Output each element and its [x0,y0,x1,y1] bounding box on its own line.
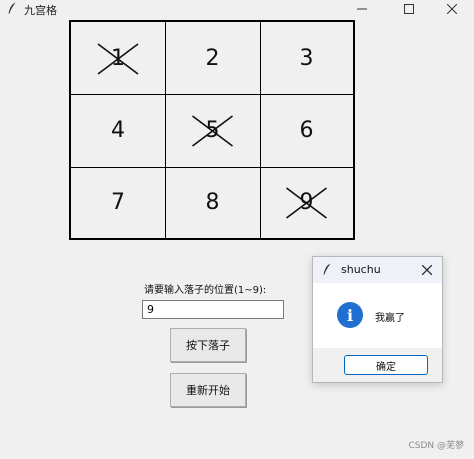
board-cell: 6 [260,94,353,166]
board-cell: 2 [165,22,260,94]
cell-number: 3 [299,45,314,71]
cell-number: 8 [205,189,220,215]
close-button[interactable] [430,0,474,17]
watermark: CSDN @芜蓼 [408,441,464,451]
grid-line [260,22,261,238]
cell-number: 4 [111,117,125,143]
dialog-title: shuchu [341,263,381,276]
tic-tac-toe-board: 1 2 3 4 5 6 7 8 9 [69,20,355,240]
restart-button[interactable]: 重新开始 [170,373,246,407]
x-mark-icon [97,43,139,75]
dialog-message: 我赢了 [375,313,405,324]
maximize-button[interactable] [387,0,431,17]
ok-button[interactable]: 确定 [344,355,428,375]
board-cell: 5 [165,94,260,166]
close-icon [422,265,432,275]
x-mark-icon [192,115,233,147]
window-title: 九宫格 [24,4,57,17]
x-mark-icon [286,187,327,219]
feather-icon [323,263,331,275]
message-dialog: shuchu i 我赢了 确定 [312,256,443,383]
main-window: 九宫格 123456789 请要输入落子的位置(1~9): 按下落子 重新开始 … [0,0,474,459]
board-cell: 1 [71,22,165,94]
maximize-icon [404,3,414,14]
board-cell: 9 [260,166,353,238]
window-titlebar: 九宫格 [0,0,474,17]
feather-icon [8,2,16,14]
board-cell: 3 [260,22,353,94]
dialog-titlebar: shuchu [313,257,442,283]
cell-number: 2 [205,45,220,71]
grid-line [165,22,166,238]
close-icon [447,3,457,14]
grid-line [71,167,353,168]
place-piece-button[interactable]: 按下落子 [170,328,246,362]
grid-line [71,94,353,95]
position-input[interactable] [142,300,284,319]
minimize-icon [357,8,367,9]
info-icon: i [337,302,363,328]
minimize-button[interactable] [340,0,384,17]
board-cell: 7 [71,166,165,238]
cell-number: 6 [299,117,314,143]
board-cell: 4 [71,94,165,166]
cell-number: 7 [111,189,125,215]
position-prompt-label: 请要输入落子的位置(1~9): [144,285,267,296]
board-cell: 8 [165,166,260,238]
dialog-close-button[interactable] [418,261,436,279]
